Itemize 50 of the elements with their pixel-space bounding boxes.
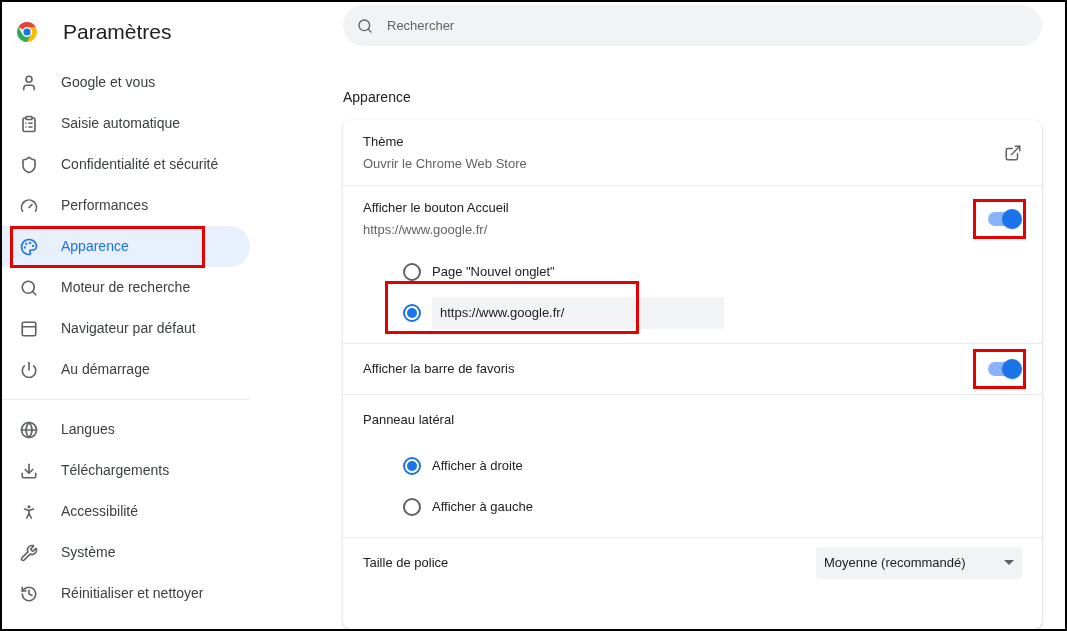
setting-title: Taille de police	[363, 553, 449, 572]
setting-title: Afficher le bouton Accueil	[363, 198, 509, 217]
wrench-icon	[20, 543, 38, 562]
url-input-field[interactable]: https://www.google.fr/	[432, 296, 724, 329]
globe-icon	[20, 420, 38, 439]
external-link-icon[interactable]	[1004, 143, 1022, 162]
radio-label: Afficher à gauche	[432, 497, 533, 516]
sidebar-item[interactable]: Confidentialité et sécurité	[2, 144, 250, 185]
person-icon	[20, 73, 38, 92]
font-size-dropdown[interactable]: Moyenne (recommandé)	[816, 546, 1022, 579]
section-heading: Apparence	[343, 88, 411, 107]
sidebar-item[interactable]: Système	[2, 532, 250, 573]
sidebar-item[interactable]: Performances	[2, 185, 250, 226]
radio-label: Afficher à droite	[432, 456, 523, 475]
shield-icon	[20, 155, 38, 174]
setting-subtitle: Ouvrir le Chrome Web Store	[363, 155, 527, 173]
browser-window-icon	[20, 319, 38, 338]
toggle-switch[interactable]	[986, 208, 1022, 229]
radio-button[interactable]	[403, 456, 421, 475]
sidebar-item[interactable]: Au démarrage	[2, 349, 250, 390]
sidebar-item[interactable]: Moteur de recherche	[2, 267, 250, 308]
sidebar-item[interactable]: Réinitialiser et nettoyer	[2, 573, 250, 614]
sidebar-item[interactable]: Saisie automatique	[2, 103, 250, 144]
download-icon	[20, 461, 38, 480]
setting-title: Thème	[363, 132, 405, 151]
sidebar-item[interactable]: Accessibilité	[2, 491, 250, 532]
sidebar-item[interactable]: Navigateur par défaut	[2, 308, 250, 349]
radio-label: Page "Nouvel onglet"	[432, 262, 555, 281]
radio-button[interactable]	[403, 497, 421, 516]
clipboard-icon	[20, 114, 38, 133]
toggle-switch[interactable]	[986, 359, 1022, 379]
search-icon	[20, 278, 38, 297]
search-bar[interactable]: Rechercher	[343, 5, 1042, 46]
sidebar-item[interactable]: Téléchargements	[2, 450, 250, 491]
chrome-logo-icon	[15, 20, 39, 44]
search-icon	[357, 17, 373, 34]
radio-button[interactable]	[403, 303, 421, 322]
palette-icon	[20, 237, 38, 256]
page-title: Paramètres	[63, 19, 172, 46]
history-icon	[20, 584, 38, 603]
power-icon	[20, 360, 38, 379]
sidebar-item[interactable]: Langues	[2, 409, 250, 450]
radio-button[interactable]	[403, 262, 421, 281]
search-field[interactable]: Rechercher	[387, 15, 1042, 36]
setting-subtitle: https://www.google.fr/	[363, 221, 489, 239]
sidebar-item[interactable]: Google et vous	[2, 62, 250, 103]
gauge-icon	[20, 196, 38, 215]
setting-title: Panneau latéral	[363, 411, 455, 430]
caret-icon	[1004, 560, 1014, 565]
setting-title: Afficher la barre de favoris	[363, 360, 515, 379]
